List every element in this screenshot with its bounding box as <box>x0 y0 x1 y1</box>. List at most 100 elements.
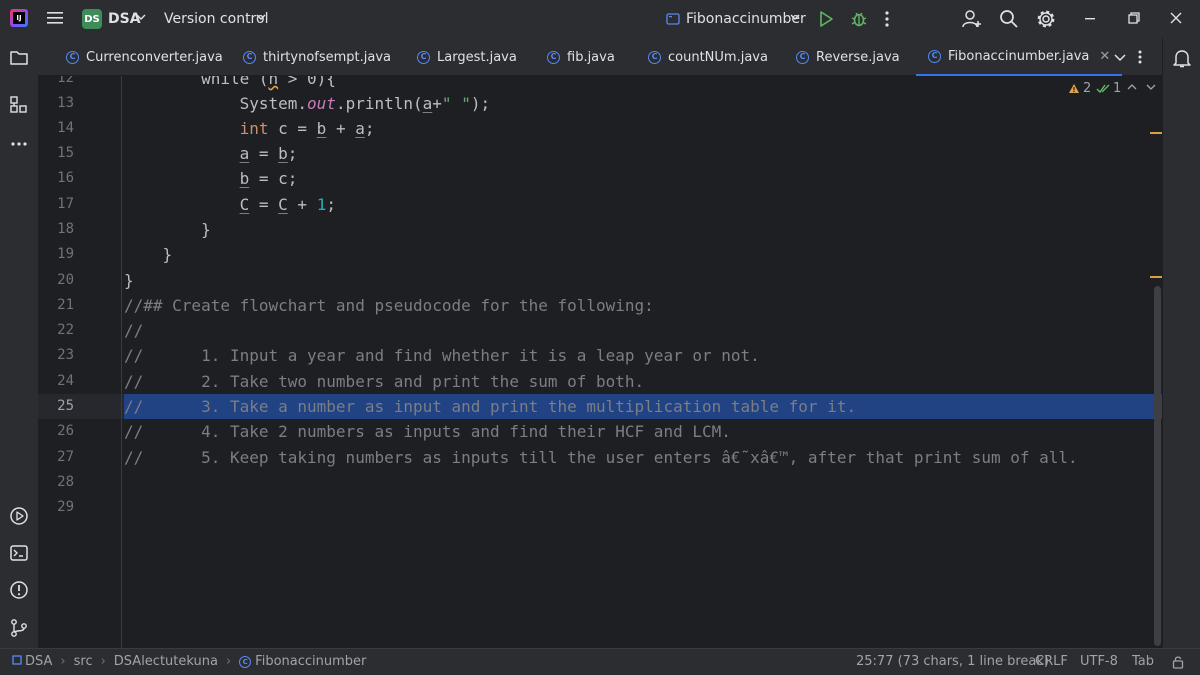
indent-setting[interactable]: Tab <box>1132 654 1154 669</box>
code-line-27: // 5. Keep taking numbers as inputs till… <box>124 448 1078 467</box>
services-icon[interactable] <box>9 506 29 530</box>
java-class-icon: C <box>66 50 79 64</box>
tab-thirtynofsempt[interactable]: Cthirtynofsempt.java <box>243 38 391 76</box>
code-line-14: int c = b + a; <box>239 119 375 138</box>
java-class-icon: C <box>928 49 941 63</box>
chevron-down-icon[interactable] <box>136 13 146 21</box>
line-number: 18 <box>57 221 74 237</box>
warnings-count: 2 <box>1083 81 1092 96</box>
close-window-icon[interactable] <box>1169 11 1183 25</box>
warning-icon <box>1069 84 1079 93</box>
run-configuration-selector[interactable]: Fibonaccinumber <box>686 11 806 27</box>
minimize-window-icon[interactable] <box>1084 17 1096 21</box>
java-class-icon: C <box>796 50 809 64</box>
more-vertical-icon[interactable] <box>884 10 890 28</box>
tab-reverse[interactable]: C Reverse.java <box>796 38 900 76</box>
tab-label: fib.java <box>567 49 615 65</box>
project-folder-icon[interactable] <box>9 48 29 72</box>
lock-icon[interactable] <box>1172 655 1184 669</box>
title-bar: IJ DS DSA Version control Fibonaccinumbe… <box>0 0 1200 38</box>
tab-largest[interactable]: C Largest.java <box>417 38 517 76</box>
line-number: 12 <box>57 76 74 86</box>
structure-icon[interactable] <box>9 95 29 119</box>
line-number-current: 25 <box>57 398 74 414</box>
run-icon[interactable] <box>818 10 834 28</box>
code-line-19: } <box>124 245 173 264</box>
warning-stripe-marker[interactable] <box>1150 276 1162 278</box>
code-line-26: // 4. Take 2 numbers as inputs and find … <box>124 422 731 441</box>
line-number: 29 <box>57 499 74 515</box>
problems-icon[interactable] <box>9 580 29 604</box>
caret-position[interactable]: 25:77 (73 chars, 1 line break) <box>856 654 1049 669</box>
code-line-22: // <box>124 321 144 340</box>
line-number: 14 <box>57 120 74 136</box>
inspection-ok[interactable]: 1 <box>1096 81 1121 96</box>
project-badge[interactable]: DS <box>82 9 102 29</box>
breadcrumb-separator-icon: › <box>225 654 232 669</box>
vertical-scrollbar[interactable] <box>1154 286 1161 646</box>
file-encoding[interactable]: UTF-8 <box>1080 654 1118 669</box>
app-logo-text: IJ <box>13 12 25 24</box>
line-number: 28 <box>57 474 74 490</box>
inspection-warnings[interactable]: 2 <box>1068 81 1091 96</box>
chevron-down-icon[interactable] <box>790 13 800 21</box>
code-line-24: // 2. Take two numbers and print the sum… <box>124 372 645 391</box>
tab-fib[interactable]: Cfib.java <box>547 38 615 76</box>
line-number: 24 <box>57 373 74 389</box>
gear-icon[interactable] <box>1036 9 1056 29</box>
line-number: 13 <box>57 95 74 111</box>
tab-fibonaccinumber[interactable]: C Fibonaccinumber.java ✕ <box>916 38 1123 76</box>
line-separator[interactable]: CRLF <box>1035 654 1068 669</box>
line-number: 17 <box>57 196 74 212</box>
tabs-list-chevron-icon[interactable] <box>1114 51 1126 66</box>
java-class-icon: C <box>239 655 252 668</box>
editor-tab-bar: C Currenconverter.java Cthirtynofsempt.ja… <box>38 38 1162 76</box>
main-menu-icon[interactable] <box>46 10 64 26</box>
java-class-icon: C <box>417 50 430 64</box>
breadcrumb-item[interactable]: DSAlectutekuna <box>114 654 218 669</box>
breadcrumb-item[interactable]: Fibonaccinumber <box>255 654 366 669</box>
more-tools-icon[interactable] <box>9 134 29 158</box>
line-number: 16 <box>57 170 74 186</box>
code-line-13: System.out.println(a+" "); <box>124 94 491 113</box>
code-line-18: } <box>124 220 211 239</box>
search-icon[interactable] <box>999 9 1019 29</box>
close-tab-icon[interactable]: ✕ <box>1099 49 1110 64</box>
chevron-down-icon[interactable] <box>256 13 266 21</box>
tab-label: Reverse.java <box>816 49 900 65</box>
java-class-icon: C <box>243 50 256 64</box>
code-line-25: // 3. Take a number as input and print t… <box>124 397 857 416</box>
module-icon <box>12 654 22 669</box>
app-logo-icon[interactable]: IJ <box>10 9 28 27</box>
tabs-more-icon[interactable] <box>1137 49 1143 69</box>
maximize-window-icon[interactable] <box>1127 11 1141 25</box>
breadcrumb-item[interactable]: src <box>74 654 93 669</box>
line-number: 20 <box>57 272 74 288</box>
status-bar: DSA › src › DSAlectutekuna › C Fibonacci… <box>0 648 1200 675</box>
debug-icon[interactable] <box>850 10 868 28</box>
breadcrumb-item[interactable]: DSA <box>25 654 52 669</box>
java-class-icon: C <box>648 50 661 64</box>
code-line-12: while (n > 0){ <box>124 76 336 88</box>
run-config-icon <box>666 12 680 26</box>
terminal-icon[interactable] <box>9 543 29 567</box>
version-control-menu[interactable]: Version control <box>164 11 268 27</box>
code-line-17: C = C + 1; <box>239 195 336 214</box>
warning-stripe-marker[interactable] <box>1150 132 1162 134</box>
code-line-23: // 1. Input a year and find whether it i… <box>124 346 760 365</box>
code-editor[interactable]: 12 13 14 15 16 17 18 19 20 21 22 23 24 2… <box>38 76 1162 648</box>
line-number: 15 <box>57 145 74 161</box>
line-number: 23 <box>57 347 74 363</box>
add-user-icon[interactable] <box>962 9 982 29</box>
next-highlight-chevron-down-icon[interactable] <box>1146 83 1156 91</box>
ok-count: 1 <box>1113 81 1122 96</box>
notifications-bell-icon[interactable] <box>1173 48 1191 72</box>
tab-label: Currenconverter.java <box>86 49 223 65</box>
tab-countnum[interactable]: CcountNUm.java <box>648 38 768 76</box>
check-double-icon <box>1096 84 1110 93</box>
previous-highlight-chevron-up-icon[interactable] <box>1127 83 1137 91</box>
git-branch-icon[interactable] <box>9 618 29 642</box>
tab-label: Largest.java <box>437 49 517 65</box>
breadcrumb-separator-icon: › <box>100 654 106 669</box>
tab-currenconverter[interactable]: C Currenconverter.java <box>66 38 223 76</box>
